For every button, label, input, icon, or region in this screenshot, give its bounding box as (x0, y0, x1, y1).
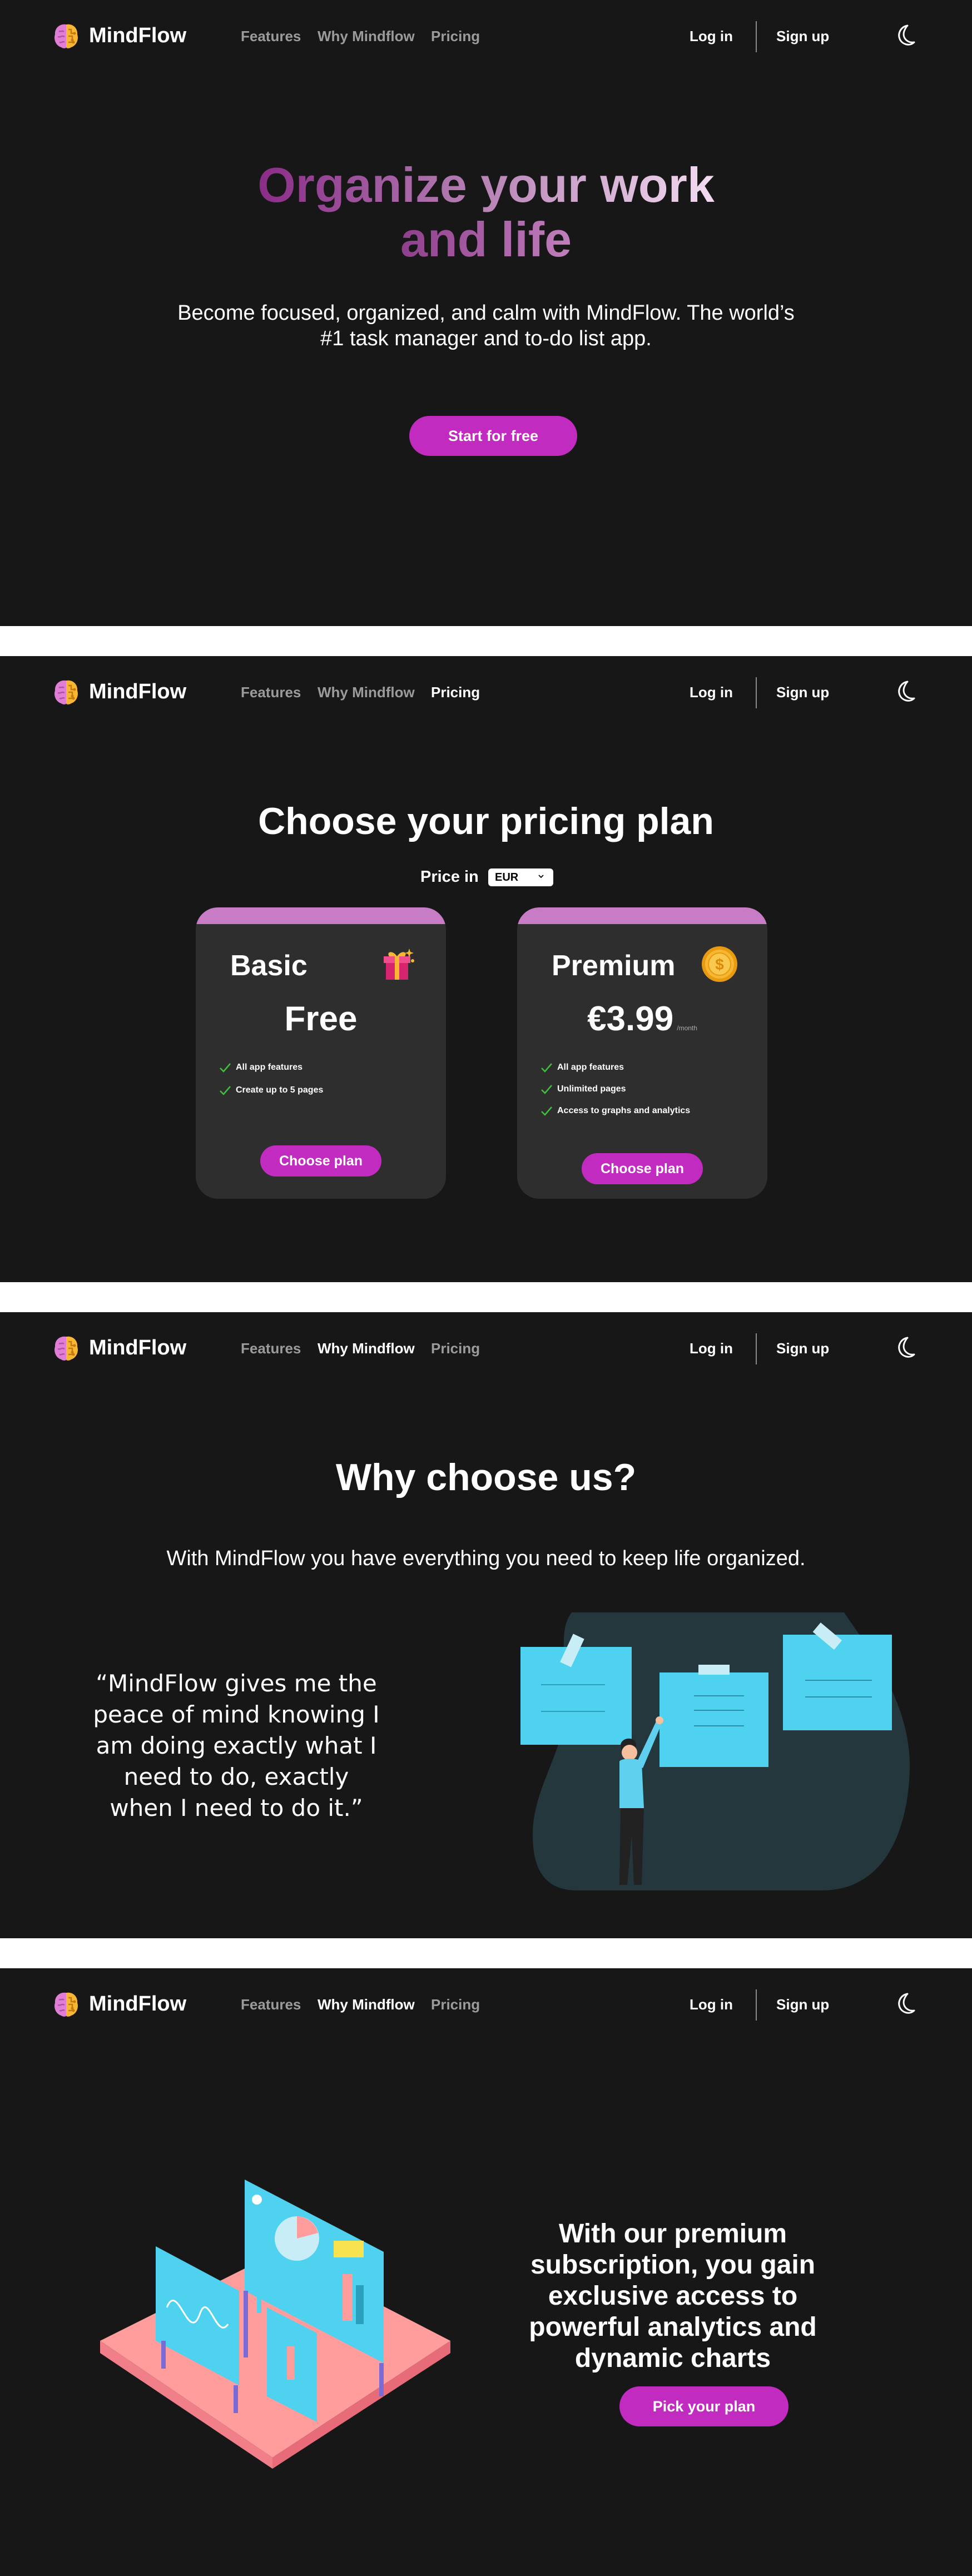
check-icon (541, 1106, 552, 1116)
plan-feature: Unlimited pages (540, 1083, 626, 1095)
moon-icon[interactable] (891, 678, 918, 705)
brand-name[interactable]: MindFlow (89, 1992, 186, 2016)
plan-card-header-bar (517, 907, 767, 924)
hero-title-line2: and life (400, 212, 572, 267)
plan-feature-text: All app features (236, 1063, 303, 1072)
hero-title: Organize your work and life (0, 158, 972, 267)
why-section: MindFlow Features Why Mindflow Pricing L… (0, 1312, 972, 1938)
nav-divider (756, 1989, 757, 2021)
plan-feature-text: Unlimited pages (557, 1084, 626, 1094)
plan-feature-text: Access to graphs and analytics (557, 1106, 691, 1115)
nav-link-why-mindflow[interactable]: Why Mindflow (318, 28, 415, 44)
svg-text:$: $ (715, 956, 724, 973)
hero-title-line1: Organize your work (257, 157, 715, 212)
pick-your-plan-button[interactable]: Pick your plan (619, 2386, 788, 2426)
nav-link-why-mindflow[interactable]: Why Mindflow (318, 684, 415, 701)
brain-logo-icon[interactable] (51, 21, 81, 51)
nav-divider (756, 21, 757, 52)
signup-button[interactable]: Sign up (776, 1340, 829, 1357)
plan-price-wrapper: €3.99/month (517, 999, 767, 1048)
login-button[interactable]: Log in (690, 684, 733, 701)
brain-logo-icon[interactable] (51, 1989, 81, 2019)
brain-logo-icon[interactable] (51, 1333, 81, 1363)
plan-feature: Create up to 5 pages (219, 1084, 323, 1096)
login-button[interactable]: Log in (690, 1996, 733, 2013)
brain-logo-icon[interactable] (51, 677, 81, 707)
nav-link-features[interactable]: Features (241, 1340, 301, 1357)
moon-icon[interactable] (891, 1991, 918, 2017)
sticky-notes-illustration (520, 1612, 910, 1890)
plan-name: Premium (552, 950, 676, 982)
plan-feature: All app features (219, 1061, 302, 1074)
nav-link-features[interactable]: Features (241, 1996, 301, 2013)
choose-plan-premium-button[interactable]: Choose plan (582, 1153, 703, 1184)
check-icon (541, 1063, 552, 1073)
gift-icon (384, 949, 414, 980)
plan-card-basic: Basic Free All app features Create up to… (196, 907, 446, 1199)
moon-icon[interactable] (891, 1334, 918, 1361)
testimonial-quote: “MindFlow gives me the peace of mind kno… (93, 1670, 380, 1821)
plan-card-header-bar (196, 907, 446, 924)
currency-select[interactable]: EUR (488, 868, 553, 886)
check-icon (220, 1063, 231, 1073)
brand-name[interactable]: MindFlow (89, 23, 186, 48)
plan-feature-text: All app features (557, 1063, 624, 1072)
nav-link-features[interactable]: Features (241, 28, 301, 44)
navbar: MindFlow Features Why Mindflow Pricing L… (0, 1968, 972, 2041)
check-icon (220, 1086, 231, 1095)
plan-price: €3.99 (587, 1000, 674, 1038)
moon-icon[interactable] (891, 22, 918, 49)
login-button[interactable]: Log in (690, 28, 733, 44)
premium-description: With our premium subscription, you gain … (529, 2219, 817, 2373)
plan-price: Free (284, 1000, 358, 1038)
why-subtitle: With MindFlow you have everything you ne… (166, 1547, 806, 1570)
analytics-dashboard-illustration (100, 2180, 450, 2469)
plan-feature-text: Create up to 5 pages (236, 1085, 324, 1095)
nav-divider (756, 677, 757, 708)
check-icon (541, 1085, 552, 1094)
signup-button[interactable]: Sign up (776, 28, 829, 44)
signup-button[interactable]: Sign up (776, 1996, 829, 2013)
brand-name[interactable]: MindFlow (89, 679, 186, 704)
navbar: MindFlow Features Why Mindflow Pricing L… (0, 0, 972, 72)
nav-link-features[interactable]: Features (241, 684, 301, 701)
currency-value: EUR (495, 871, 519, 884)
price-in-label: Price in (420, 868, 479, 886)
pricing-section: MindFlow Features Why Mindflow Pricing L… (0, 656, 972, 1282)
why-title: Why choose us? (335, 1456, 637, 1498)
navbar: MindFlow Features Why Mindflow Pricing L… (0, 656, 972, 728)
pricing-title: Choose your pricing plan (258, 800, 714, 842)
plan-feature: All app features (540, 1061, 624, 1074)
start-for-free-button[interactable]: Start for free (409, 416, 577, 456)
nav-link-why-mindflow[interactable]: Why Mindflow (318, 1340, 415, 1357)
navbar: MindFlow Features Why Mindflow Pricing L… (0, 1312, 972, 1384)
plan-feature: Access to graphs and analytics (540, 1105, 690, 1117)
chevron-down-icon (538, 875, 544, 878)
nav-link-pricing[interactable]: Pricing (431, 28, 480, 44)
choose-plan-basic-button[interactable]: Choose plan (260, 1145, 381, 1177)
nav-link-pricing[interactable]: Pricing (431, 1996, 480, 2013)
nav-divider (756, 1333, 757, 1364)
plan-price-period: /month (677, 1024, 697, 1032)
nav-link-why-mindflow[interactable]: Why Mindflow (318, 1996, 415, 2013)
premium-section: MindFlow Features Why Mindflow Pricing L… (0, 1968, 972, 2576)
brand-name[interactable]: MindFlow (89, 1336, 186, 1360)
hero-subtitle: Become focused, organized, and calm with… (177, 301, 795, 350)
nav-link-pricing[interactable]: Pricing (431, 1340, 480, 1357)
nav-link-pricing[interactable]: Pricing (431, 684, 480, 701)
coin-icon: $ (702, 946, 737, 982)
hero-section: MindFlow Features Why Mindflow Pricing L… (0, 0, 972, 626)
login-button[interactable]: Log in (690, 1340, 733, 1357)
signup-button[interactable]: Sign up (776, 684, 829, 701)
plan-card-premium: Premium $ €3.99/month All app features U… (517, 907, 767, 1199)
plan-name: Basic (230, 950, 308, 982)
